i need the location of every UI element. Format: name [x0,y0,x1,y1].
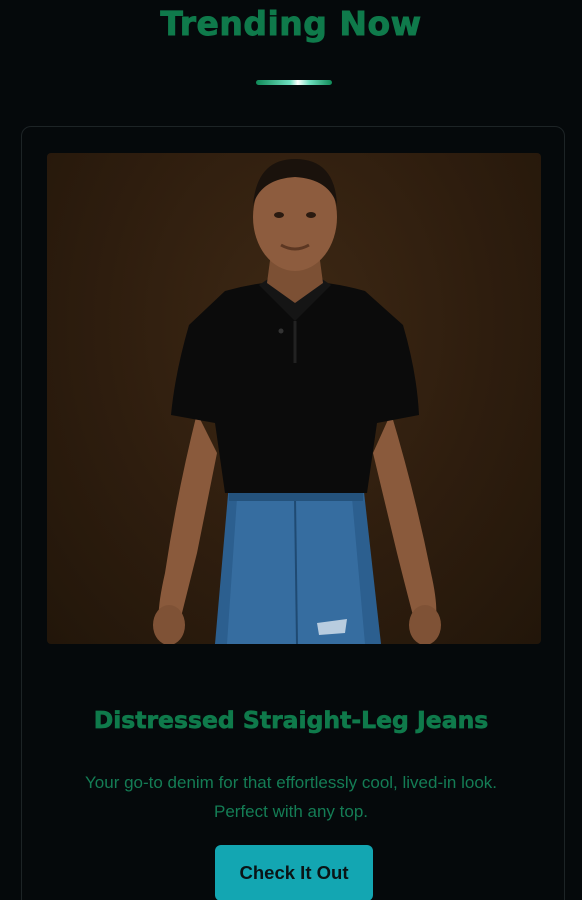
product-title: Distressed Straight-Leg Jeans [93,706,489,735]
product-description: Your go-to denim for that effortlessly c… [85,773,497,821]
section-title: Trending Now [160,4,422,44]
title-underline [256,80,332,85]
check-it-out-button[interactable]: Check It Out [215,845,373,900]
model-photo [153,159,441,644]
product-image[interactable] [47,153,541,644]
